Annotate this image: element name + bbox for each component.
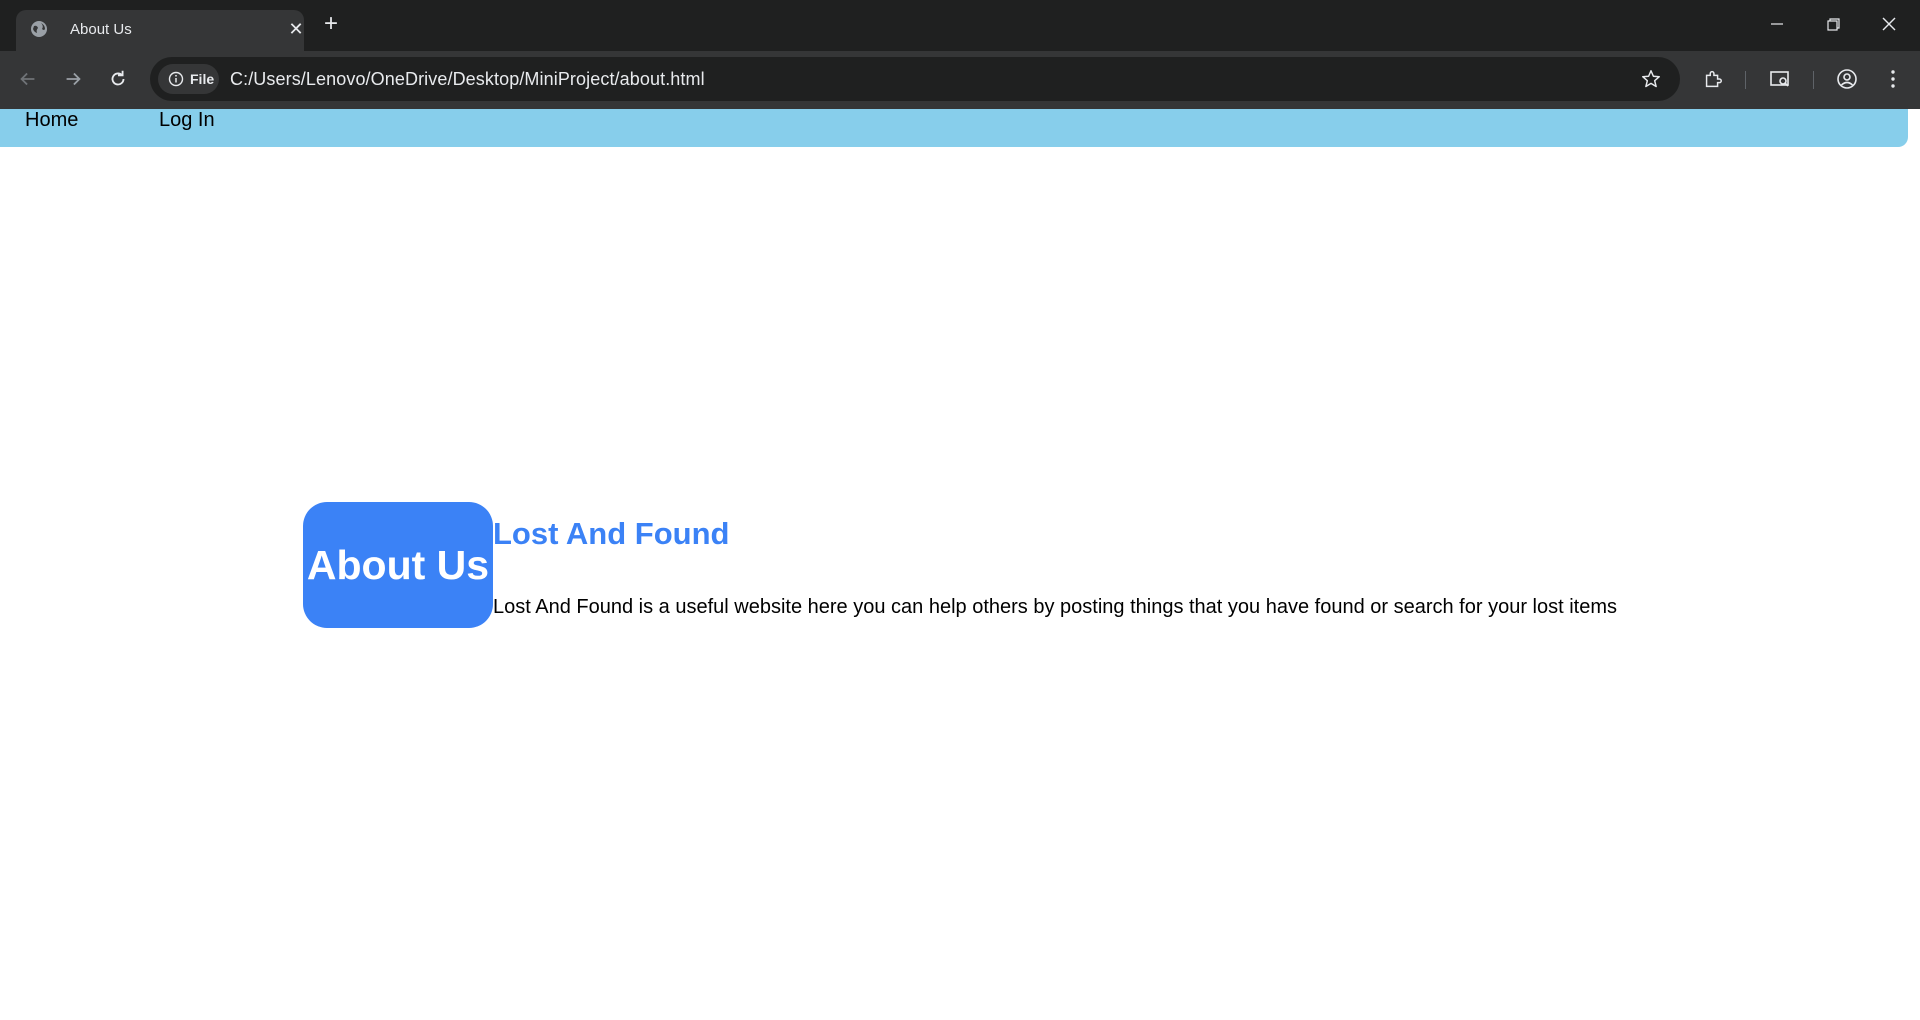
about-us-box: About Us xyxy=(303,502,493,628)
menu-button[interactable] xyxy=(1881,67,1905,91)
globe-icon xyxy=(30,20,48,38)
reload-icon xyxy=(111,70,125,86)
tab-close-icon[interactable]: ✕ xyxy=(287,20,305,38)
tab-strip: About Us ✕ + xyxy=(0,0,1920,51)
star-icon[interactable] xyxy=(1640,68,1662,90)
minimize-button[interactable] xyxy=(1765,12,1789,36)
tab-title: About Us xyxy=(70,21,132,38)
scheme-label: File xyxy=(190,71,215,87)
address-bar[interactable]: File C:/Users/Lenovo/OneDrive/Desktop/Mi… xyxy=(150,57,1680,101)
extensions-button[interactable] xyxy=(1701,67,1725,91)
browser-tab[interactable]: About Us ✕ xyxy=(16,10,304,51)
page-heading: Lost And Found xyxy=(493,516,730,551)
tab-search-icon xyxy=(1770,71,1789,87)
site-info-chip[interactable]: File xyxy=(158,64,219,94)
close-icon xyxy=(1882,17,1896,31)
forward-arrow-icon xyxy=(66,72,81,86)
web-page: Home Log In About Us Lost And Found Lost… xyxy=(0,109,1920,1020)
restore-icon xyxy=(1827,18,1840,31)
browser-toolbar: File C:/Users/Lenovo/OneDrive/Desktop/Mi… xyxy=(0,51,1920,109)
back-button[interactable] xyxy=(15,66,41,92)
new-tab-button[interactable]: + xyxy=(320,12,342,36)
extensions-icon xyxy=(1705,70,1722,88)
close-window-button[interactable] xyxy=(1877,12,1901,36)
back-arrow-icon xyxy=(20,72,35,86)
profile-button[interactable] xyxy=(1835,67,1859,91)
minimize-icon xyxy=(1771,23,1783,25)
forward-button[interactable] xyxy=(60,66,86,92)
site-navbar: Home Log In xyxy=(0,109,1908,147)
toolbar-divider xyxy=(1745,71,1746,89)
nav-link-login[interactable]: Log In xyxy=(159,109,215,133)
info-icon xyxy=(168,71,184,87)
nav-link-home[interactable]: Home xyxy=(25,109,78,133)
description-text: Lost And Found is a useful website here … xyxy=(493,596,1617,618)
menu-icon xyxy=(1891,70,1895,88)
toolbar-divider xyxy=(1813,71,1814,89)
reload-button[interactable] xyxy=(105,66,131,92)
restore-button[interactable] xyxy=(1821,12,1845,36)
profile-icon xyxy=(1837,69,1857,89)
about-us-title: About Us xyxy=(306,541,490,588)
tab-search-button[interactable] xyxy=(1768,67,1792,91)
url-text[interactable]: C:/Users/Lenovo/OneDrive/Desktop/MiniPro… xyxy=(230,69,705,90)
